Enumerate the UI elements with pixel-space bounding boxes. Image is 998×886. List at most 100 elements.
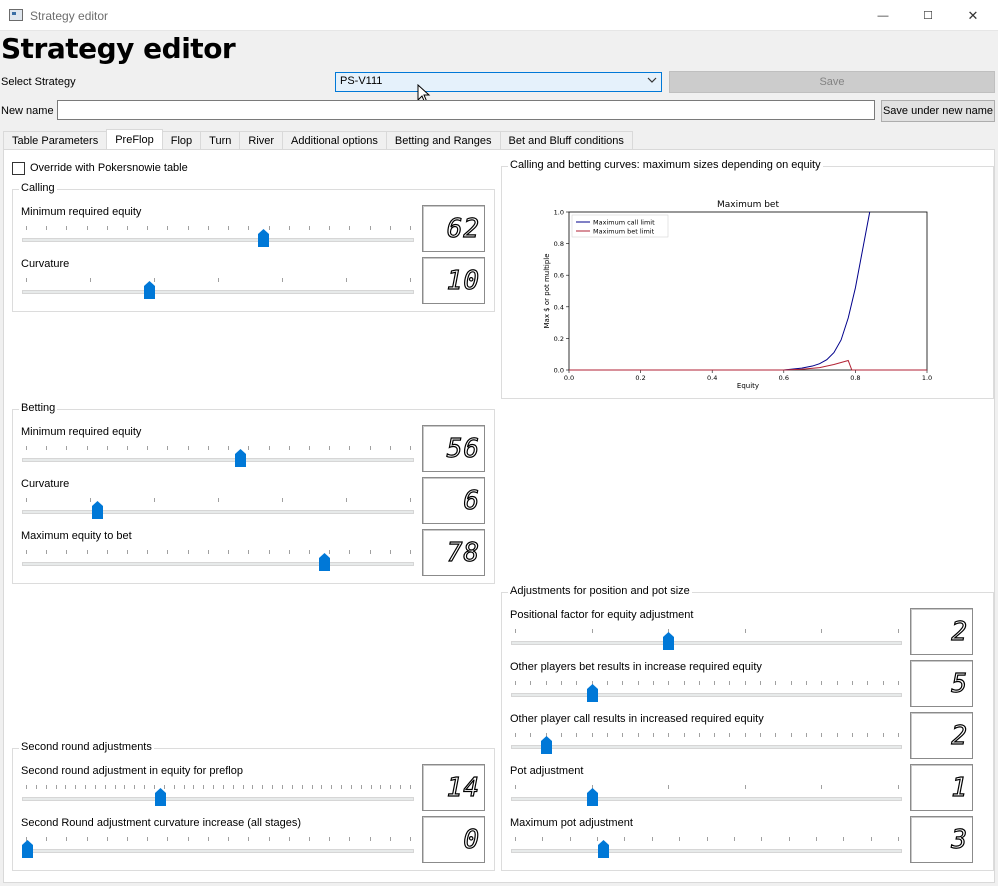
new-name-input[interactable] (57, 100, 875, 120)
tab-betting-and-ranges[interactable]: Betting and Ranges (385, 131, 501, 150)
betting-min-equity-slider[interactable] (22, 458, 414, 462)
slider-tick (744, 681, 746, 685)
tab-flop[interactable]: Flop (161, 131, 202, 150)
pot-adjustment-value: 1 (951, 772, 968, 803)
slider-tick (218, 498, 219, 502)
chart-y-tick-label: 0.6 (554, 272, 564, 280)
save-button[interactable]: Save (669, 71, 995, 93)
slider-tick (218, 278, 219, 282)
betting-max-equity-slider[interactable] (22, 562, 414, 566)
slider-tick (852, 733, 854, 737)
slider-tick (389, 550, 391, 554)
betting-curvature-slider-handle[interactable] (92, 501, 104, 519)
max-pot-adjustment-slider-handle[interactable] (598, 840, 610, 858)
bet-increase-slider[interactable] (511, 693, 902, 697)
slider-tick (560, 733, 562, 737)
slider-tick (106, 837, 108, 841)
slider-tick (288, 550, 290, 554)
tab-bet-and-bluff-conditions[interactable]: Bet and Bluff conditions (499, 131, 633, 150)
slider-tick (207, 837, 209, 841)
calling-min-equity-label: Minimum required equity (21, 206, 142, 218)
slider-tick (248, 550, 250, 554)
chart-legend-label-1: Maximum bet limit (593, 228, 655, 236)
override-checkbox[interactable] (12, 162, 25, 175)
tab-table-parameters[interactable]: Table Parameters (3, 131, 108, 150)
title-bar: Strategy editor — ☐ ✕ (0, 0, 998, 31)
betting-max-equity-slider-handle[interactable] (319, 553, 331, 571)
slider-tick (668, 733, 670, 737)
maximize-button[interactable]: ☐ (905, 0, 951, 31)
tab-preflop[interactable]: PreFlop (106, 129, 163, 150)
slider-tick (144, 785, 146, 789)
betting-group-title: Betting (19, 402, 58, 414)
slider-tick (867, 733, 869, 737)
slider-tick (86, 837, 88, 841)
slider-tick (268, 446, 270, 450)
betting-max-equity-value: 78 (446, 537, 480, 568)
bet-increase-slider-handle[interactable] (587, 684, 598, 702)
positional-factor-slider[interactable] (511, 641, 902, 645)
calling-min-equity-slider-handle[interactable] (258, 229, 270, 247)
slider-tick (714, 681, 716, 685)
slider-tick (569, 837, 571, 841)
tab-additional-options[interactable]: Additional options (282, 131, 387, 150)
slider-tick (790, 733, 792, 737)
slider-tick (576, 733, 578, 737)
chart-x-tick-label: 0.2 (635, 374, 645, 382)
slider-tick (515, 733, 516, 737)
slider-tick (389, 446, 391, 450)
tab-turn[interactable]: Turn (200, 131, 241, 150)
slider-tick (346, 498, 347, 502)
tab-bar: Table Parameters PreFlop Flop Turn River… (3, 129, 633, 150)
slider-tick (26, 785, 27, 789)
slider-tick (66, 837, 68, 841)
slider-tick (288, 837, 290, 841)
slider-tick (576, 681, 578, 685)
second-round-equity-slider-handle[interactable] (155, 788, 167, 806)
slider-tick (370, 785, 372, 789)
slider-tick (637, 681, 639, 685)
call-increase-slider-handle[interactable] (541, 736, 553, 754)
minimize-button[interactable]: — (860, 0, 906, 31)
betting-curvature-slider[interactable] (22, 510, 414, 514)
betting-min-equity-lcd: 56 (422, 425, 485, 472)
slider-tick (183, 785, 185, 789)
chart-x-tick-label: 0.4 (707, 374, 717, 382)
slider-tick (291, 785, 293, 789)
calling-curvature-slider[interactable] (22, 290, 414, 294)
close-button[interactable]: ✕ (950, 0, 996, 31)
slider-tick (410, 550, 411, 554)
slider-tick (46, 226, 48, 230)
slider-tick (760, 681, 762, 685)
strategy-selected-value: PS-V111 (340, 75, 383, 87)
pot-adjustment-slider[interactable] (511, 797, 902, 801)
betting-curvature-value: 6 (463, 485, 480, 516)
page-title: Strategy editor (1, 32, 236, 65)
slider-tick (349, 226, 351, 230)
slider-tick (26, 226, 27, 230)
chart-y-tick-label: 0.2 (554, 335, 564, 343)
second-round-equity-slider[interactable] (22, 797, 414, 801)
call-increase-slider[interactable] (511, 745, 902, 749)
positional-factor-lcd: 2 (910, 608, 973, 655)
slider-tick (652, 733, 654, 737)
slider-tick (213, 785, 215, 789)
slider-tick (369, 226, 371, 230)
slider-tick (106, 550, 108, 554)
betting-min-equity-slider-handle[interactable] (235, 449, 247, 467)
slider-tick (760, 733, 762, 737)
second-round-curvature-slider[interactable] (22, 849, 414, 853)
max-pot-adjustment-slider[interactable] (511, 849, 902, 853)
save-under-new-name-button[interactable]: Save under new name (881, 100, 995, 122)
pot-adjustment-slider-handle[interactable] (587, 788, 598, 806)
slider-tick (66, 446, 68, 450)
slider-tick (86, 226, 88, 230)
positional-factor-slider-handle[interactable] (663, 632, 674, 650)
strategy-combobox[interactable]: PS-V111 (335, 72, 662, 92)
tab-river[interactable]: River (239, 131, 284, 150)
calling-min-equity-slider[interactable] (22, 238, 414, 242)
second-round-curvature-slider-handle[interactable] (22, 840, 33, 858)
chart-ylabel: Max $ or pot multiple (543, 253, 551, 328)
calling-curvature-slider-handle[interactable] (143, 281, 155, 299)
slider-tick (207, 550, 209, 554)
